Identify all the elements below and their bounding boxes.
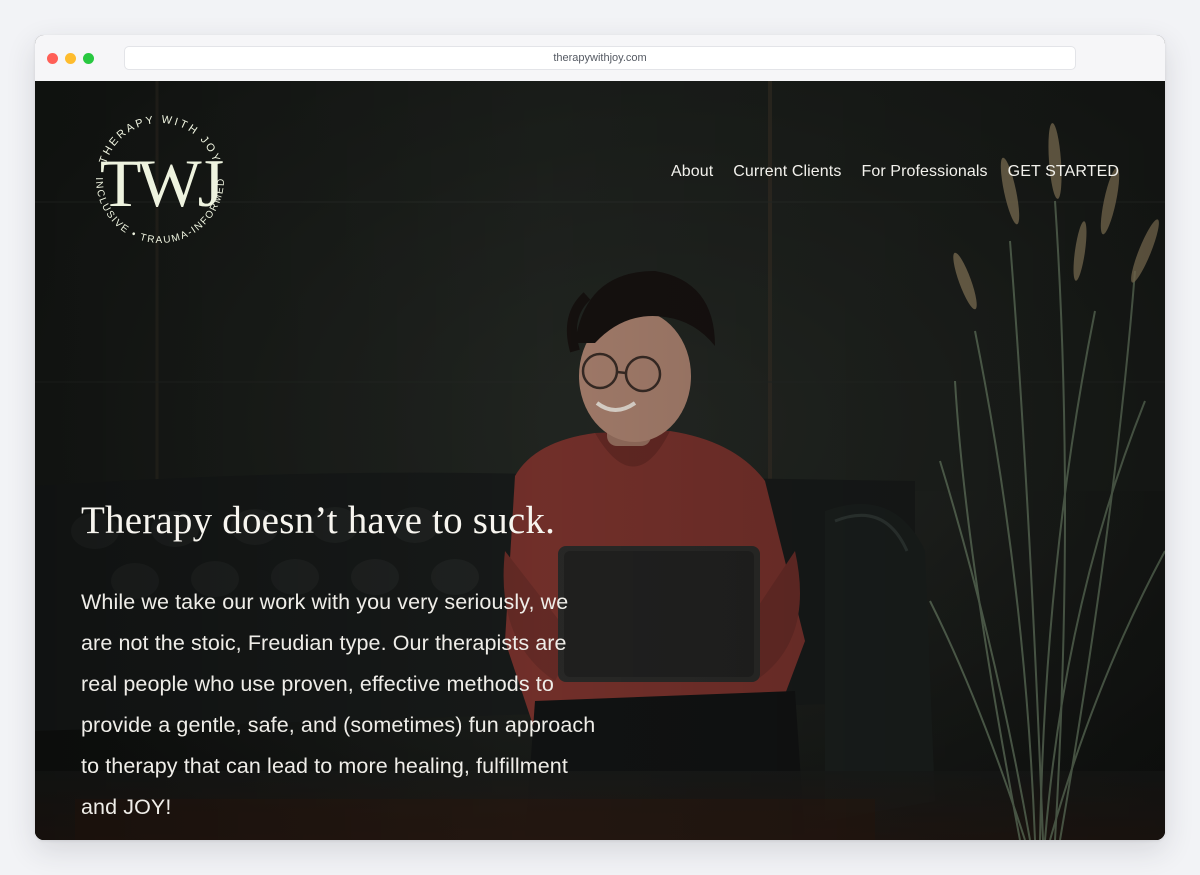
nav-link-for-professionals[interactable]: For Professionals: [861, 163, 987, 181]
hero-section: THERAPY WITH JOY INCLUSIVE • TRAUMA-INFO…: [35, 81, 1165, 840]
close-window-button[interactable]: [47, 53, 58, 64]
logo-monogram: TWJ: [99, 145, 224, 221]
main-nav: About Current Clients For Professionals …: [671, 163, 1119, 181]
hero-headline: Therapy doesn’t have to suck.: [81, 499, 556, 542]
nav-link-current-clients[interactable]: Current Clients: [733, 163, 841, 181]
browser-titlebar: therapywithjoy.com: [35, 35, 1165, 82]
nav-link-about[interactable]: About: [671, 163, 713, 181]
browser-window: therapywithjoy.com THERAPY WITH JOY INCL…: [35, 35, 1165, 840]
brand-logo[interactable]: THERAPY WITH JOY INCLUSIVE • TRAUMA-INFO…: [82, 101, 238, 257]
nav-link-get-started[interactable]: GET STARTED: [1008, 163, 1119, 181]
address-bar[interactable]: therapywithjoy.com: [124, 46, 1076, 70]
minimize-window-button[interactable]: [65, 53, 76, 64]
hero-body-text: While we take our work with you very ser…: [81, 590, 596, 819]
maximize-window-button[interactable]: [83, 53, 94, 64]
